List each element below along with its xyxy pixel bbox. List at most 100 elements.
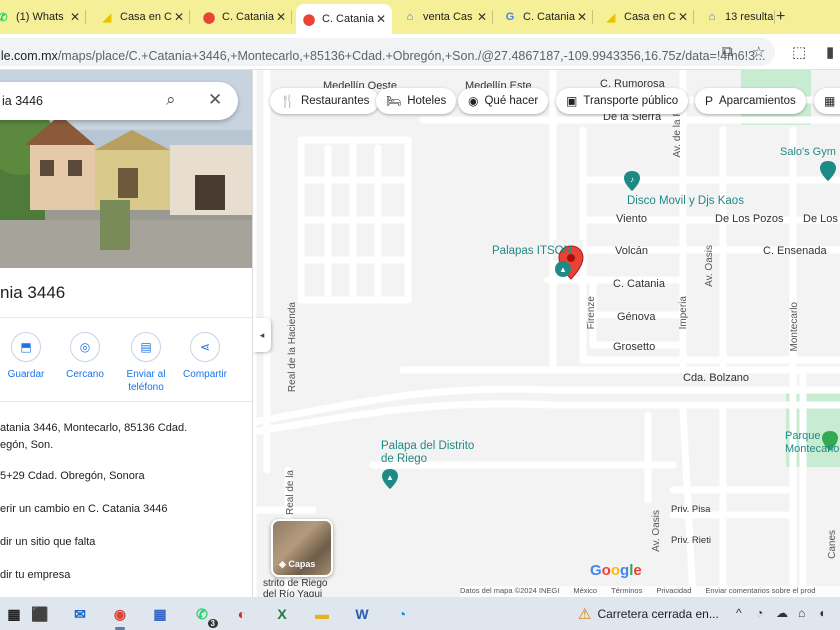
close-tab-icon[interactable]: ✕ xyxy=(676,10,690,24)
place-panel: ia 3446 ⌕ ✕ nia 3446 ⬒ Guardar ◎ Cercano ▤ En… xyxy=(0,70,253,597)
search-input[interactable]: ia 3446 xyxy=(2,94,43,108)
bookmark-star-icon[interactable]: ☆ xyxy=(752,43,765,61)
traffic-notification[interactable]: ⚠ Carretera cerrada en... xyxy=(578,605,719,623)
maps-icon: ⬤ xyxy=(202,11,216,24)
street-label: Cda. Bolzano xyxy=(683,372,750,384)
chevron-left-icon: ◂ xyxy=(259,329,265,340)
street-label: Av. Oasis xyxy=(704,245,715,287)
restaurant-icon: 🍴 xyxy=(280,94,295,108)
hotel-icon: 🛏 xyxy=(386,94,402,108)
tab-label: (1) Whats xyxy=(16,11,64,23)
edge-app-icon[interactable]: ◔ xyxy=(390,602,414,626)
close-tab-icon[interactable]: ✕ xyxy=(172,10,186,24)
add-place-link[interactable]: dir un sitio que falta xyxy=(0,534,95,551)
close-tab-icon[interactable]: ✕ xyxy=(374,12,388,26)
map-streets xyxy=(253,70,840,597)
explorer-app-icon[interactable]: ▬ xyxy=(310,602,334,626)
close-tab-icon[interactable]: ✕ xyxy=(575,10,589,24)
browser-tab[interactable]: ⌂ 13 resulta xyxy=(699,4,775,30)
close-tab-icon[interactable]: ✕ xyxy=(68,10,82,24)
layers-button[interactable]: ◈ Capas xyxy=(271,519,333,577)
street-label: Priv. Pisa xyxy=(671,504,711,515)
share-icon: ⋖ xyxy=(190,332,220,362)
action-bookmark[interactable]: ⬒ Guardar xyxy=(0,332,56,381)
clock-icon[interactable]: ◔ xyxy=(756,606,763,620)
google-logo-letter: o xyxy=(610,562,621,579)
street-label: Real de la Hacienda xyxy=(287,302,298,393)
chip-qué-hacer[interactable]: ◉ Qué hacer xyxy=(458,88,549,114)
chip-restaurantes[interactable]: 🍴 Restaurantes xyxy=(270,88,380,114)
disco-poi-icon[interactable]: ♪ xyxy=(623,170,641,192)
search-icon[interactable]: ⌕ xyxy=(166,90,176,110)
park-label: Parque Montecarlo xyxy=(785,430,840,455)
suggest-edit-link[interactable]: erir un cambio en C. Catania 3446 xyxy=(0,501,168,518)
search-box[interactable]: ia 3446 ⌕ ✕ xyxy=(0,82,238,120)
attribution-item[interactable]: Privacidad xyxy=(656,586,691,595)
palapa-riego-poi-icon[interactable]: ▲ xyxy=(381,468,399,490)
whatsapp-app-icon[interactable]: ✆ 3 xyxy=(190,602,218,628)
plus-code[interactable]: 5+29 Cdad. Obregón, Sonora xyxy=(0,468,145,485)
new-tab-button[interactable]: + xyxy=(776,8,785,26)
tab-label: venta Cas xyxy=(423,11,473,23)
volume-icon[interactable]: ◖ xyxy=(818,606,825,620)
store-app-icon[interactable]: ⬛ xyxy=(28,602,52,626)
address-line-2[interactable]: egón, Son. xyxy=(0,437,53,454)
map-canvas[interactable]: ♪ ▲ ▲ Medellín Oeste Medellín Este C. Ru… xyxy=(253,70,840,597)
action-label: Cercano xyxy=(66,369,104,380)
extensions-icon[interactable]: ⬚ xyxy=(792,43,806,61)
chip-aparcamientos[interactable]: P Aparcamientos xyxy=(695,88,806,114)
tray-chevron-icon[interactable]: ^ xyxy=(736,606,742,620)
browser-tab-strip: ✆ (1) Whats ✕ ◢ Casa en C ✕ ⬤ C. Catania ✕ ⬤ C. Ca… xyxy=(0,0,840,34)
whatsapp-icon: ✆ xyxy=(0,11,8,24)
google-logo-letter: G xyxy=(590,562,602,579)
search-app-icon[interactable]: ▦ xyxy=(2,602,26,626)
chip-hoteles[interactable]: 🛏 Hoteles xyxy=(376,88,457,114)
attribution-item[interactable]: Términos xyxy=(611,586,642,595)
attribution-item[interactable]: México xyxy=(573,586,597,595)
paint-app-icon[interactable]: ◐ xyxy=(230,602,254,626)
google-icon: G xyxy=(505,11,515,23)
network-icon[interactable]: ⌂ xyxy=(798,606,805,620)
calendar-app-icon[interactable]: ▦ xyxy=(148,602,172,626)
address-line-1[interactable]: atania 3446, Montecarlo, 85136 Cdad. xyxy=(0,420,187,437)
more-chips-button[interactable]: ▦ xyxy=(814,88,840,114)
chip-transporte-público[interactable]: ▣ Transporte público xyxy=(556,88,689,114)
word-app-icon[interactable]: W xyxy=(350,602,374,626)
svg-text:▲: ▲ xyxy=(386,473,394,482)
browser-tab[interactable]: ✆ (1) Whats ✕ xyxy=(0,4,86,30)
install-app-icon[interactable]: ⧉ xyxy=(722,43,733,60)
close-icon[interactable]: ✕ xyxy=(208,90,222,110)
address-bar[interactable]: oogle.com.mx/maps/place/C.+Catania+3446,… xyxy=(0,38,775,66)
collapse-panel-button[interactable]: ◂ xyxy=(253,318,271,352)
screen: { "browser": { "tabs": [ {"label": "(1) … xyxy=(0,0,840,630)
street-label: De Los xyxy=(803,213,838,225)
action-share[interactable]: ⋖ Compartir xyxy=(175,332,235,381)
profile-icon[interactable]: ▮ xyxy=(826,43,834,61)
street-label: C. Catania xyxy=(613,278,665,290)
cloud-icon[interactable]: ☁ xyxy=(776,606,788,620)
gym-poi-icon[interactable] xyxy=(819,160,837,182)
map-attribution: Datos del mapa ©2024 INEGI México Términos… xyxy=(460,586,840,597)
close-tab-icon[interactable]: ✕ xyxy=(475,10,489,24)
palapa-riego-label: Palapa del Distrito de Riego xyxy=(381,440,475,465)
chrome-app-icon[interactable]: ◉ xyxy=(108,602,132,630)
excel-app-icon[interactable]: X xyxy=(270,602,294,626)
browser-tab[interactable]: ⬤ C. Catania ✕ xyxy=(196,4,292,30)
browser-tab[interactable]: ◢ Casa en C ✕ xyxy=(598,4,694,30)
palapas-itson-poi-icon[interactable]: ▲ xyxy=(554,260,572,278)
camera-icon: ◉ xyxy=(468,94,479,108)
more-icon: ▦ xyxy=(824,94,836,108)
browser-tab[interactable]: ⬤ C. Catania ✕ xyxy=(296,4,392,34)
browser-tab[interactable]: G C. Catania ✕ xyxy=(497,4,593,30)
mail-app-icon[interactable]: ✉ xyxy=(68,602,92,626)
close-tab-icon[interactable]: ✕ xyxy=(274,10,288,24)
action-send-to-phone[interactable]: ▤ Enviar al teléfono xyxy=(116,332,176,394)
action-nearby[interactable]: ◎ Cercano xyxy=(55,332,115,381)
url-text[interactable]: oogle.com.mx/maps/place/C.+Catania+3446,… xyxy=(0,49,765,63)
add-business-link[interactable]: dir tu empresa xyxy=(0,567,70,584)
attribution-item[interactable]: Enviar comentarios sobre el prod xyxy=(705,586,815,595)
action-label: Enviar al teléfono xyxy=(126,369,166,393)
attribution-item: Datos del mapa ©2024 INEGI xyxy=(460,586,560,595)
browser-tab[interactable]: ◢ Casa en C ✕ xyxy=(94,4,190,30)
browser-tab[interactable]: ⌂ venta Cas ✕ xyxy=(397,4,493,30)
